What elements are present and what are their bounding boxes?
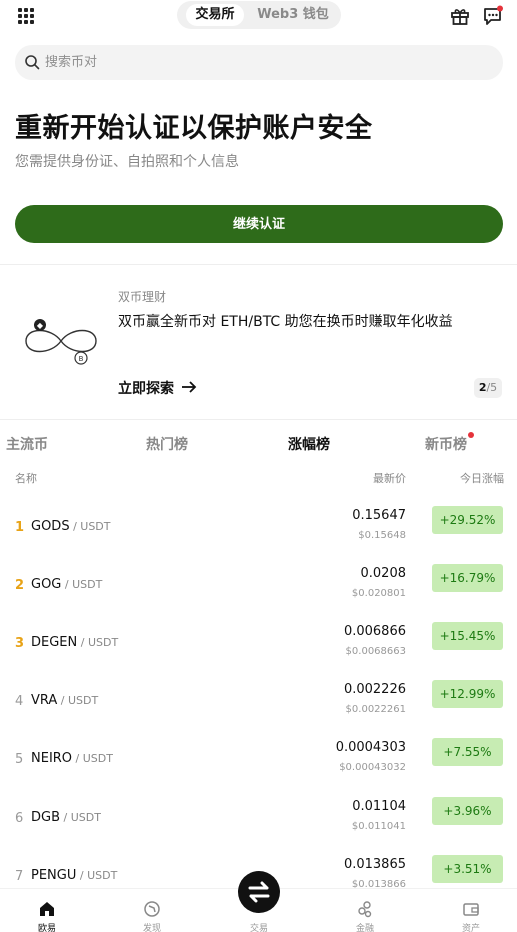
col-price: 最新价 — [373, 472, 406, 485]
table-row[interactable]: 5 NEIRO / USDT 0.0004303 $0.00043032 +7.… — [0, 738, 517, 804]
explore-link[interactable]: 立即探索 — [118, 378, 174, 398]
gift-icon[interactable] — [450, 6, 470, 26]
tab-hot[interactable]: 热门榜 — [146, 434, 188, 454]
tab-gainers[interactable]: 涨幅榜 — [288, 434, 330, 454]
tab-mainstream[interactable]: 主流币 — [6, 434, 48, 454]
row-change-badge[interactable]: +3.96% — [432, 797, 503, 825]
svg-text:◆: ◆ — [37, 321, 44, 330]
row-rank: 4 — [15, 694, 24, 709]
row-price: 0.01104 — [352, 799, 406, 814]
row-change-badge[interactable]: +3.51% — [432, 855, 503, 883]
trade-button[interactable] — [238, 871, 280, 913]
nav-assets[interactable]: 资产 — [441, 889, 501, 932]
promo-title: 双币赢全新币对 ETH/BTC 助您在换币时赚取年化收益 — [118, 314, 453, 330]
new-badge-dot — [468, 432, 474, 438]
row-usd-price: $0.011041 — [351, 821, 406, 832]
finance-icon — [358, 901, 372, 918]
discover-icon — [144, 901, 160, 917]
row-price: 0.006866 — [343, 624, 406, 639]
row-price: 0.0208 — [360, 566, 407, 581]
row-symbol: PENGU / USDT — [31, 868, 118, 883]
nav-label: 发现 — [142, 924, 161, 932]
divider — [0, 264, 517, 265]
row-rank: 1 — [15, 520, 25, 535]
row-price: 0.15647 — [352, 508, 406, 523]
home-icon — [40, 902, 54, 916]
swap-arrows-icon — [248, 881, 270, 903]
row-usd-price: $0.0068663 — [345, 646, 406, 657]
row-symbol: GOG / USDT — [31, 577, 103, 592]
svg-text:B: B — [79, 355, 84, 363]
messages-icon[interactable] — [482, 5, 504, 27]
row-usd-price: $0.020801 — [351, 588, 406, 599]
nav-label: 金融 — [355, 924, 374, 932]
tab-new-listings[interactable]: 新币榜 — [425, 434, 467, 454]
nav-label: 交易 — [249, 924, 268, 932]
row-rank: 5 — [15, 752, 24, 767]
row-change-badge[interactable]: +29.52% — [432, 506, 503, 534]
row-symbol: NEIRO / USDT — [31, 751, 113, 766]
verify-title: 重新开始认证以保护账户安全 — [15, 113, 373, 144]
dual-currency-illustration: ◆ B — [25, 319, 97, 365]
continue-verification-button[interactable]: 继续认证 — [15, 205, 503, 243]
tab-exchange[interactable]: 交易所 — [186, 4, 244, 26]
row-rank: 7 — [15, 869, 24, 884]
tab-web3-wallet[interactable]: Web3 钱包 — [252, 4, 334, 26]
nav-label: 欧易 — [37, 924, 56, 932]
row-usd-price: $0.0022261 — [345, 704, 406, 715]
search-icon — [25, 55, 40, 70]
row-price: 0.002226 — [343, 682, 406, 697]
row-rank: 3 — [15, 636, 25, 651]
row-rank: 6 — [15, 811, 24, 826]
nav-discover[interactable]: 发现 — [122, 889, 182, 932]
row-usd-price: $0.00043032 — [339, 762, 406, 773]
row-change-badge[interactable]: +7.55% — [432, 738, 503, 766]
row-change-badge[interactable]: +12.99% — [432, 680, 503, 708]
col-change: 今日涨幅 — [460, 472, 504, 485]
wallet-icon — [463, 903, 479, 916]
arrow-right-icon[interactable] — [181, 380, 197, 394]
col-name: 名称 — [15, 472, 37, 485]
verify-subtitle: 您需提供身份证、自拍照和个人信息 — [15, 154, 239, 170]
nav-label: 资产 — [461, 924, 480, 932]
row-symbol: VRA / USDT — [31, 693, 99, 708]
row-usd-price: $0.15648 — [358, 530, 406, 541]
row-change-badge[interactable]: +16.79% — [432, 564, 503, 592]
carousel-pager: 2/5 — [474, 378, 502, 398]
divider — [0, 419, 517, 420]
row-symbol: DEGEN / USDT — [31, 635, 119, 650]
promo-tag: 双币理财 — [118, 290, 167, 304]
nav-home[interactable]: 欧易 — [17, 889, 77, 932]
row-price: 0.013865 — [343, 857, 406, 872]
apps-grid-icon[interactable] — [18, 8, 34, 24]
nav-finance[interactable]: 金融 — [335, 889, 395, 932]
row-rank: 2 — [15, 578, 25, 593]
row-symbol: DGB / USDT — [31, 810, 101, 825]
row-symbol: GODS / USDT — [31, 519, 111, 534]
row-price: 0.0004303 — [335, 740, 406, 755]
search-input[interactable] — [45, 45, 465, 80]
row-change-badge[interactable]: +15.45% — [432, 622, 503, 650]
